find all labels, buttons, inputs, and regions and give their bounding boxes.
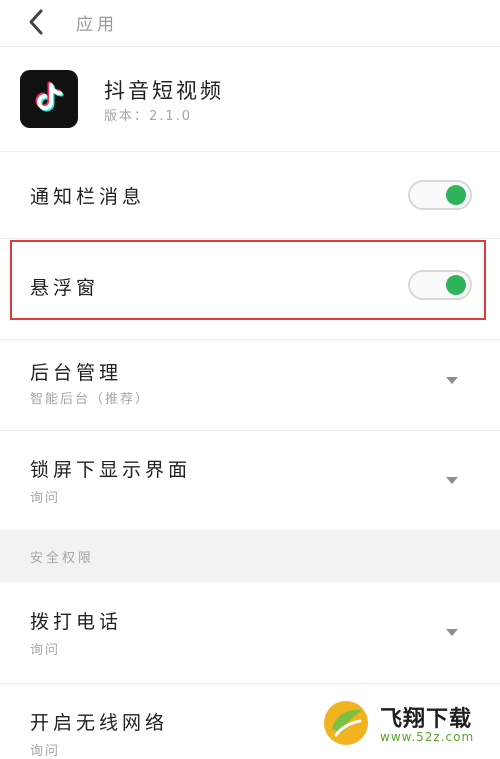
app-name: 抖音短视频 [104, 79, 224, 103]
site-logo-icon [324, 701, 368, 745]
lockscreen-label: 锁屏下显示界面 [30, 459, 192, 481]
floating-window-row: 悬浮窗 [0, 239, 500, 340]
tiktok-logo-icon [35, 81, 64, 112]
wireless-value: 询问 [30, 744, 61, 759]
toggle-knob [446, 275, 466, 295]
app-version: 版本：2.1.0 [104, 109, 193, 124]
back-button[interactable] [22, 4, 52, 40]
background-management-label: 后台管理 [30, 362, 123, 384]
caret-down-icon[interactable] [446, 377, 458, 384]
security-section-header: 安全权限 [0, 530, 500, 582]
toggle-knob [446, 185, 466, 205]
site-watermark: 飞翔下载 www.52z.com [322, 697, 492, 753]
security-section-title: 安全权限 [30, 551, 95, 566]
watermark-url: www.52z.com [380, 730, 475, 744]
background-management-row[interactable]: 后台管理 智能后台（推荐） [0, 340, 500, 431]
lockscreen-value: 询问 [30, 491, 61, 506]
notification-row: 通知栏消息 [0, 152, 500, 239]
notification-label: 通知栏消息 [30, 186, 146, 208]
phone-call-label: 拨打电话 [30, 611, 123, 633]
caret-down-icon[interactable] [446, 477, 458, 484]
caret-down-icon[interactable] [446, 629, 458, 636]
floating-window-toggle[interactable] [408, 270, 472, 300]
lockscreen-row[interactable]: 锁屏下显示界面 询问 [0, 431, 500, 530]
phone-call-value: 询问 [30, 643, 61, 658]
app-info-section: 抖音短视频 版本：2.1.0 [0, 47, 500, 152]
notification-toggle[interactable] [408, 180, 472, 210]
floating-window-label: 悬浮窗 [30, 277, 100, 299]
back-arrow-icon [29, 9, 43, 35]
background-management-value: 智能后台（推荐） [30, 392, 151, 407]
phone-call-row[interactable]: 拨打电话 询问 [0, 583, 500, 684]
watermark-title: 飞翔下载 [380, 707, 473, 732]
app-icon [20, 70, 78, 128]
wireless-label: 开启无线网络 [30, 712, 169, 734]
page-title: 应用 [76, 15, 118, 35]
top-bar: 应用 [0, 0, 500, 47]
